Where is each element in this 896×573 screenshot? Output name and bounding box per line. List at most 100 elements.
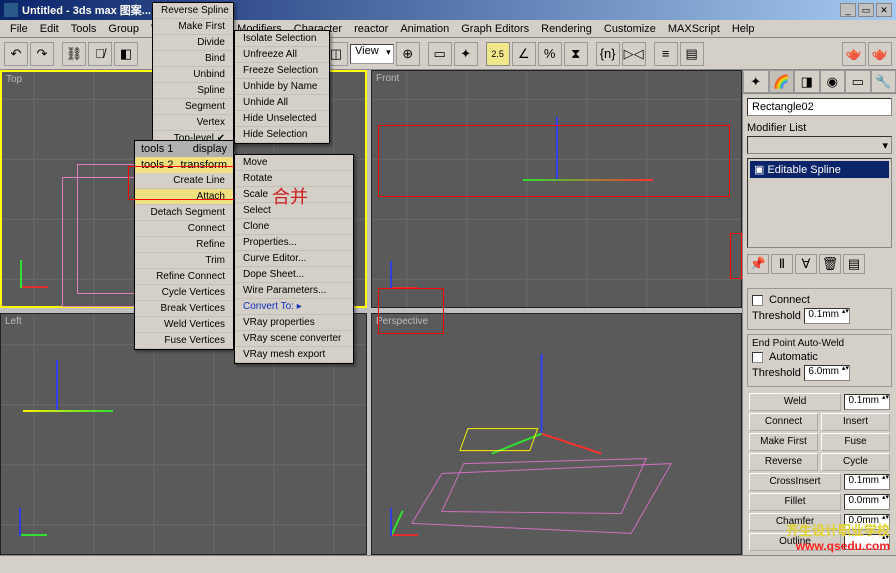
ctx-refine-connect[interactable]: Refine Connect — [135, 269, 233, 285]
ref-coord-combo[interactable]: View — [350, 44, 394, 64]
ctx-break-vertices[interactable]: Break Vertices — [135, 301, 233, 317]
menu-file[interactable]: File — [4, 21, 34, 37]
redo-button[interactable]: ↷ — [30, 42, 54, 66]
ctx-vray-props[interactable]: VRay properties — [235, 315, 353, 331]
threshold2-spinner[interactable]: 6.0mm — [804, 365, 850, 381]
pin-stack-icon[interactable]: 📌 — [747, 254, 769, 274]
tab-modify[interactable]: 🌈 — [769, 70, 795, 93]
ctx-unhide-all[interactable]: Unhide All — [235, 95, 329, 111]
modifier-list-combo[interactable] — [747, 136, 892, 154]
ctx-spline[interactable]: Spline — [153, 83, 233, 99]
stack-editable-spline[interactable]: ▣ Editable Spline — [750, 161, 889, 178]
ctx-connect[interactable]: Connect — [135, 221, 233, 237]
bind-button[interactable]: ◧ — [114, 42, 138, 66]
undo-button[interactable]: ↶ — [4, 42, 28, 66]
fillet-button[interactable]: Fillet — [749, 493, 841, 511]
maximize-button[interactable]: ▭ — [858, 3, 874, 17]
ctx-attach[interactable]: Attach — [135, 189, 233, 205]
ctx-fuse-vertices[interactable]: Fuse Vertices — [135, 333, 233, 349]
fillet-spinner[interactable]: 0.0mm — [844, 494, 890, 510]
menu-grapheditors[interactable]: Graph Editors — [455, 21, 535, 37]
ctx-freeze-sel[interactable]: Freeze Selection — [235, 63, 329, 79]
quick-render-button[interactable]: 🫖 — [868, 42, 892, 66]
ctx-detach-segment[interactable]: Detach Segment — [135, 205, 233, 221]
mirror-button[interactable]: ▷◁ — [622, 42, 646, 66]
snap-button[interactable]: 2.5 — [486, 42, 510, 66]
ctx-refine[interactable]: Refine — [135, 237, 233, 253]
insert-button[interactable]: Insert — [821, 413, 890, 431]
connect-button[interactable]: Connect — [749, 413, 818, 431]
ctx-unbind[interactable]: Unbind — [153, 67, 233, 83]
close-button[interactable]: ✕ — [876, 3, 892, 17]
object-name-field[interactable]: Rectangle02 — [747, 98, 892, 116]
ctx-clone[interactable]: Clone — [235, 219, 353, 235]
spinner-snap-button[interactable]: ⧗ — [564, 42, 588, 66]
render-scene-button[interactable]: 🫖 — [842, 42, 866, 66]
percent-snap-button[interactable]: % — [538, 42, 562, 66]
named-sel-button[interactable]: {n} — [596, 42, 620, 66]
ctx-create-line[interactable]: Create Line — [135, 173, 233, 189]
minimize-button[interactable]: _ — [840, 3, 856, 17]
tab-create[interactable]: ✦ — [743, 70, 769, 93]
menu-customize[interactable]: Customize — [598, 21, 662, 37]
viewport-front[interactable]: Front — [371, 70, 742, 308]
menu-bar[interactable]: File Edit Tools Group Views Create Modif… — [0, 20, 896, 38]
link-button[interactable]: ⛓ — [62, 42, 86, 66]
ctx-vertex[interactable]: Vertex — [153, 115, 233, 131]
ctx-bind[interactable]: Bind — [153, 51, 233, 67]
ctx-vray-mesh[interactable]: VRay mesh export — [235, 347, 353, 363]
ctx-vray-scene[interactable]: VRay scene converter — [235, 331, 353, 347]
ctx-curve-editor[interactable]: Curve Editor... — [235, 251, 353, 267]
ctx-hide-sel[interactable]: Hide Selection — [235, 127, 329, 143]
weld-spinner[interactable]: 0.1mm — [844, 394, 890, 410]
weld-button[interactable]: Weld — [749, 393, 841, 411]
ctx-move[interactable]: Move — [235, 155, 353, 171]
ctx-unfreeze-all[interactable]: Unfreeze All — [235, 47, 329, 63]
ctx-hide-unsel[interactable]: Hide Unselected — [235, 111, 329, 127]
manip-button[interactable]: ✦ — [454, 42, 478, 66]
tab-hierarchy[interactable]: ◨ — [794, 70, 820, 93]
quad-menu-tools1[interactable]: Reverse Spline Make First Divide Bind Un… — [152, 2, 234, 148]
select-button[interactable]: ▭ — [428, 42, 452, 66]
makefirst-button[interactable]: Make First — [749, 433, 818, 451]
ctx-make-first[interactable]: Make First — [153, 19, 233, 35]
menu-group[interactable]: Group — [102, 21, 145, 37]
menu-animation[interactable]: Animation — [394, 21, 455, 37]
viewport-perspective[interactable]: Perspective — [371, 313, 742, 556]
threshold-spinner[interactable]: 0.1mm — [804, 308, 850, 324]
menu-rendering[interactable]: Rendering — [535, 21, 598, 37]
show-end-icon[interactable]: Ⅱ — [771, 254, 793, 274]
ctx-segment[interactable]: Segment — [153, 99, 233, 115]
tab-motion[interactable]: ◉ — [820, 70, 846, 93]
ctx-divide[interactable]: Divide — [153, 35, 233, 51]
unlink-button[interactable]: ⛓̸ — [88, 42, 112, 66]
command-tabs[interactable]: ✦ 🌈 ◨ ◉ ▭ 🔧 — [743, 70, 896, 94]
quad-menu-display[interactable]: Isolate Selection Unfreeze All Freeze Se… — [234, 30, 330, 144]
ctx-unhide-name[interactable]: Unhide by Name — [235, 79, 329, 95]
ctx-properties[interactable]: Properties... — [235, 235, 353, 251]
quad-menu-tools2[interactable]: tools 1display tools 2transform Create L… — [134, 140, 234, 350]
remove-mod-icon[interactable]: 🗑 — [819, 254, 841, 274]
ctx-dope-sheet[interactable]: Dope Sheet... — [235, 267, 353, 283]
cycle-button[interactable]: Cycle — [821, 453, 890, 471]
crossinsert-button[interactable]: CrossInsert — [749, 473, 841, 491]
automatic-check-label[interactable]: Automatic — [769, 351, 818, 363]
ctx-weld-vertices[interactable]: Weld Vertices — [135, 317, 233, 333]
ctx-convert-to[interactable]: Convert To: — [235, 299, 353, 315]
tab-display[interactable]: ▭ — [845, 70, 871, 93]
menu-tools[interactable]: Tools — [65, 21, 103, 37]
menu-reactor[interactable]: reactor — [348, 21, 394, 37]
menu-edit[interactable]: Edit — [34, 21, 65, 37]
angle-snap-button[interactable]: ∠ — [512, 42, 536, 66]
ctx-cycle-vertices[interactable]: Cycle Vertices — [135, 285, 233, 301]
connect-check-label[interactable]: Connect — [769, 294, 810, 306]
configure-icon[interactable]: ▤ — [843, 254, 865, 274]
crossinsert-spinner[interactable]: 0.1mm — [844, 474, 890, 490]
align-button[interactable]: ≡ — [654, 42, 678, 66]
tab-utilities[interactable]: 🔧 — [871, 70, 896, 93]
make-unique-icon[interactable]: ∀ — [795, 254, 817, 274]
fuse-button[interactable]: Fuse — [821, 433, 890, 451]
menu-maxscript[interactable]: MAXScript — [662, 21, 726, 37]
layers-button[interactable]: ▤ — [680, 42, 704, 66]
ctx-reverse-spline[interactable]: Reverse Spline — [153, 3, 233, 19]
